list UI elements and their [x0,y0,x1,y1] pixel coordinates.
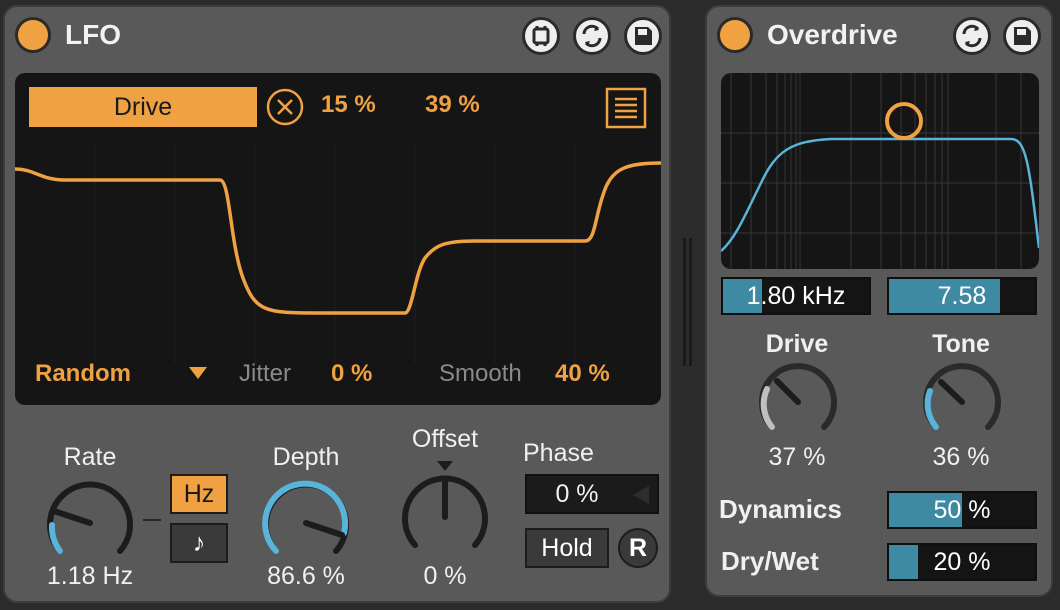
device-chain-grip[interactable] [681,238,695,366]
depth-knob[interactable] [256,473,356,573]
overdrive-device: Overdrive 1.80 kHz 7.58 Drive 37 % Tone … [705,5,1053,597]
waveform-shape-select[interactable]: Random [35,360,131,388]
lfo-title: LFO [65,19,121,50]
tone-value[interactable]: 36 % [901,443,1021,472]
smooth-value[interactable]: 40 % [555,360,610,388]
hot-swap-icon[interactable] [953,17,991,55]
lfo-title-bar: LFO [5,7,669,65]
tone-label: Tone [932,330,990,358]
hot-swap-icon[interactable] [573,17,611,55]
drive-knob[interactable] [755,359,841,445]
depth-value[interactable]: 86.6 % [237,562,375,591]
rate-knob[interactable] [40,473,140,573]
lfo-display: Drive 15 % 39 % Random Jitter 0 % Smooth… [15,73,661,405]
rate-value[interactable]: 1.18 Hz [23,562,157,591]
offset-value[interactable]: 0 % [390,562,500,591]
rate-divider [143,519,161,521]
rate-sync-button[interactable]: ♪ [170,523,228,563]
map-icon[interactable] [522,17,560,55]
lfo-power-button[interactable] [15,17,51,53]
smooth-label: Smooth [439,360,522,387]
dynamics-label: Dynamics [719,494,842,524]
drywet-label: Dry/Wet [721,546,819,576]
offset-knob[interactable] [395,459,495,563]
retrigger-button[interactable]: R [618,528,658,568]
drywet-value: 20 % [933,548,991,576]
depth-label: Depth [272,443,340,471]
rate-hz-button[interactable]: Hz [170,474,228,514]
overdrive-title-bar: Overdrive [707,7,1051,65]
dynamics-slider[interactable]: 50 % [887,491,1037,529]
dynamics-value: 50 % [933,496,991,524]
frequency-value: 1.80 kHz [746,282,846,310]
save-icon[interactable] [624,17,662,55]
rate-label: Rate [63,443,117,471]
jitter-value[interactable]: 0 % [331,360,372,388]
jitter-label: Jitter [239,360,292,387]
lfo-device: LFO Drive 15 % 39 % Random Jitter 0 % Sm… [3,5,671,603]
overdrive-power-button[interactable] [717,17,753,53]
phase-label: Phase [523,439,594,467]
tone-knob[interactable] [919,359,1005,445]
phase-slider[interactable]: 0 % [525,474,659,514]
drive-value[interactable]: 37 % [737,443,857,472]
phase-value: 0 % [555,480,599,508]
width-slider[interactable]: 7.58 [887,277,1037,315]
width-value: 7.58 [937,282,987,310]
overdrive-title: Overdrive [767,19,898,50]
frequency-slider[interactable]: 1.80 kHz [721,277,871,315]
filter-curve-graph [721,73,1039,269]
chevron-down-icon[interactable] [187,365,209,381]
filter-display[interactable] [721,73,1039,269]
drywet-slider[interactable]: 20 % [887,543,1037,581]
hold-button[interactable]: Hold [525,528,609,568]
triangle-left-icon [633,486,649,504]
drive-label: Drive [765,330,829,358]
save-icon[interactable] [1003,17,1041,55]
offset-label: Offset [411,425,479,453]
lfo-waveform [15,143,661,363]
drywet-fill [889,545,919,579]
